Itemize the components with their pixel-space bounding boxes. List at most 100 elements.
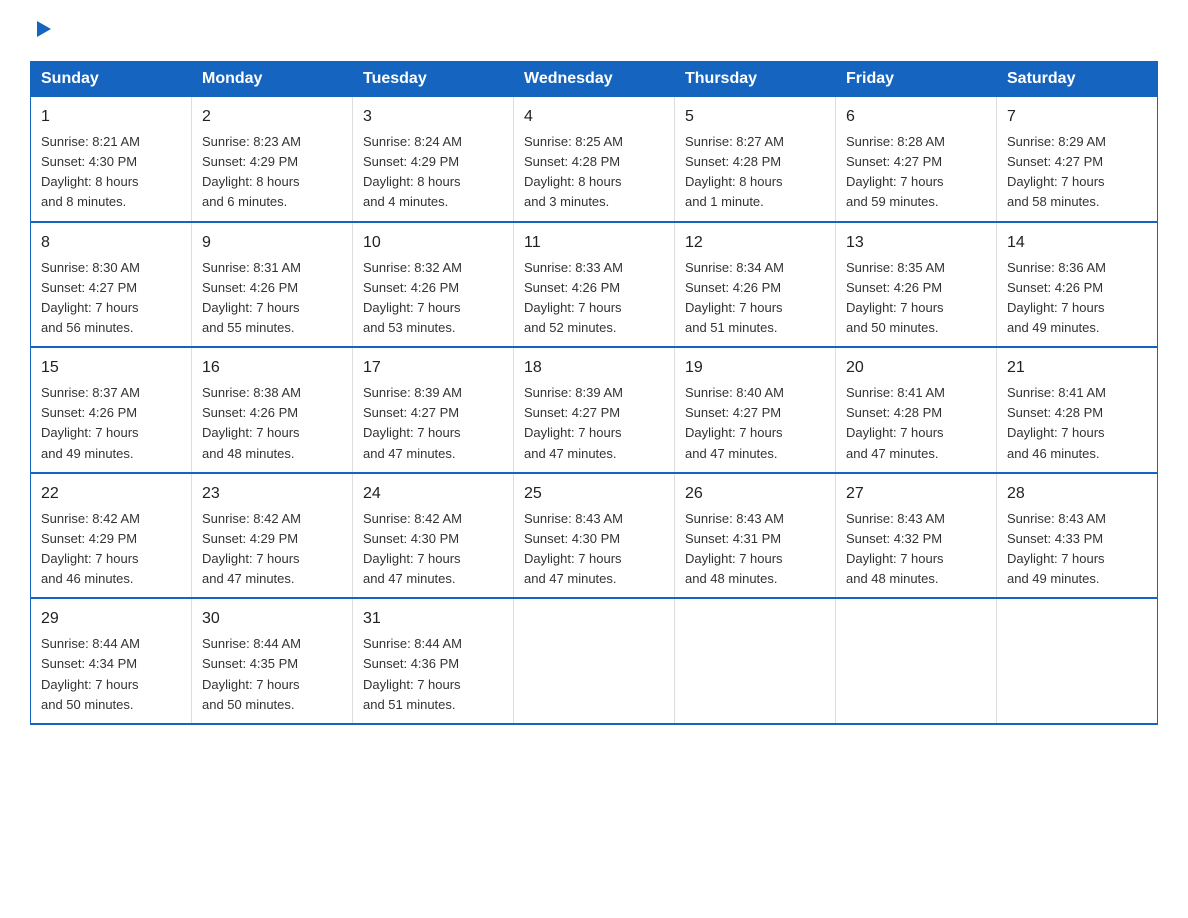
day-info: Sunrise: 8:33 AMSunset: 4:26 PMDaylight:… bbox=[524, 258, 664, 339]
day-number: 2 bbox=[202, 105, 342, 129]
day-number: 1 bbox=[41, 105, 181, 129]
day-info: Sunrise: 8:35 AMSunset: 4:26 PMDaylight:… bbox=[846, 258, 986, 339]
calendar-week-row: 15 Sunrise: 8:37 AMSunset: 4:26 PMDaylig… bbox=[31, 347, 1158, 473]
day-number: 9 bbox=[202, 231, 342, 255]
calendar-day-cell: 26 Sunrise: 8:43 AMSunset: 4:31 PMDaylig… bbox=[675, 473, 836, 599]
day-number: 22 bbox=[41, 482, 181, 506]
calendar-day-cell: 17 Sunrise: 8:39 AMSunset: 4:27 PMDaylig… bbox=[353, 347, 514, 473]
day-info: Sunrise: 8:42 AMSunset: 4:29 PMDaylight:… bbox=[202, 509, 342, 590]
day-number: 6 bbox=[846, 105, 986, 129]
calendar-week-row: 8 Sunrise: 8:30 AMSunset: 4:27 PMDayligh… bbox=[31, 222, 1158, 348]
day-info: Sunrise: 8:44 AMSunset: 4:34 PMDaylight:… bbox=[41, 634, 181, 715]
calendar-day-cell: 23 Sunrise: 8:42 AMSunset: 4:29 PMDaylig… bbox=[192, 473, 353, 599]
calendar-day-cell bbox=[514, 598, 675, 724]
day-info: Sunrise: 8:23 AMSunset: 4:29 PMDaylight:… bbox=[202, 132, 342, 213]
calendar-day-cell: 4 Sunrise: 8:25 AMSunset: 4:28 PMDayligh… bbox=[514, 97, 675, 222]
calendar-day-cell bbox=[997, 598, 1158, 724]
calendar-week-row: 22 Sunrise: 8:42 AMSunset: 4:29 PMDaylig… bbox=[31, 473, 1158, 599]
calendar-week-row: 29 Sunrise: 8:44 AMSunset: 4:34 PMDaylig… bbox=[31, 598, 1158, 724]
day-info: Sunrise: 8:37 AMSunset: 4:26 PMDaylight:… bbox=[41, 383, 181, 464]
day-info: Sunrise: 8:41 AMSunset: 4:28 PMDaylight:… bbox=[1007, 383, 1147, 464]
calendar-day-cell: 15 Sunrise: 8:37 AMSunset: 4:26 PMDaylig… bbox=[31, 347, 192, 473]
day-of-week-header: Friday bbox=[836, 62, 997, 97]
calendar-day-cell: 14 Sunrise: 8:36 AMSunset: 4:26 PMDaylig… bbox=[997, 222, 1158, 348]
day-info: Sunrise: 8:36 AMSunset: 4:26 PMDaylight:… bbox=[1007, 258, 1147, 339]
calendar-day-cell: 31 Sunrise: 8:44 AMSunset: 4:36 PMDaylig… bbox=[353, 598, 514, 724]
calendar-day-cell: 8 Sunrise: 8:30 AMSunset: 4:27 PMDayligh… bbox=[31, 222, 192, 348]
day-info: Sunrise: 8:27 AMSunset: 4:28 PMDaylight:… bbox=[685, 132, 825, 213]
day-number: 20 bbox=[846, 356, 986, 380]
day-number: 12 bbox=[685, 231, 825, 255]
day-number: 24 bbox=[363, 482, 503, 506]
day-info: Sunrise: 8:44 AMSunset: 4:35 PMDaylight:… bbox=[202, 634, 342, 715]
calendar-day-cell: 30 Sunrise: 8:44 AMSunset: 4:35 PMDaylig… bbox=[192, 598, 353, 724]
day-info: Sunrise: 8:40 AMSunset: 4:27 PMDaylight:… bbox=[685, 383, 825, 464]
day-number: 29 bbox=[41, 607, 181, 631]
calendar-week-row: 1 Sunrise: 8:21 AMSunset: 4:30 PMDayligh… bbox=[31, 97, 1158, 222]
day-number: 4 bbox=[524, 105, 664, 129]
day-info: Sunrise: 8:39 AMSunset: 4:27 PMDaylight:… bbox=[363, 383, 503, 464]
calendar-day-cell: 16 Sunrise: 8:38 AMSunset: 4:26 PMDaylig… bbox=[192, 347, 353, 473]
day-number: 17 bbox=[363, 356, 503, 380]
calendar-header-row: SundayMondayTuesdayWednesdayThursdayFrid… bbox=[31, 62, 1158, 97]
day-number: 5 bbox=[685, 105, 825, 129]
calendar-day-cell: 10 Sunrise: 8:32 AMSunset: 4:26 PMDaylig… bbox=[353, 222, 514, 348]
day-number: 16 bbox=[202, 356, 342, 380]
day-number: 14 bbox=[1007, 231, 1147, 255]
calendar-day-cell: 7 Sunrise: 8:29 AMSunset: 4:27 PMDayligh… bbox=[997, 97, 1158, 222]
day-number: 25 bbox=[524, 482, 664, 506]
day-of-week-header: Tuesday bbox=[353, 62, 514, 97]
calendar-day-cell: 3 Sunrise: 8:24 AMSunset: 4:29 PMDayligh… bbox=[353, 97, 514, 222]
calendar-day-cell: 27 Sunrise: 8:43 AMSunset: 4:32 PMDaylig… bbox=[836, 473, 997, 599]
day-info: Sunrise: 8:34 AMSunset: 4:26 PMDaylight:… bbox=[685, 258, 825, 339]
calendar-day-cell: 1 Sunrise: 8:21 AMSunset: 4:30 PMDayligh… bbox=[31, 97, 192, 222]
day-of-week-header: Sunday bbox=[31, 62, 192, 97]
day-info: Sunrise: 8:24 AMSunset: 4:29 PMDaylight:… bbox=[363, 132, 503, 213]
day-number: 21 bbox=[1007, 356, 1147, 380]
calendar-day-cell: 9 Sunrise: 8:31 AMSunset: 4:26 PMDayligh… bbox=[192, 222, 353, 348]
calendar-day-cell: 25 Sunrise: 8:43 AMSunset: 4:30 PMDaylig… bbox=[514, 473, 675, 599]
day-info: Sunrise: 8:43 AMSunset: 4:31 PMDaylight:… bbox=[685, 509, 825, 590]
day-number: 30 bbox=[202, 607, 342, 631]
day-info: Sunrise: 8:42 AMSunset: 4:29 PMDaylight:… bbox=[41, 509, 181, 590]
calendar-day-cell: 28 Sunrise: 8:43 AMSunset: 4:33 PMDaylig… bbox=[997, 473, 1158, 599]
day-number: 19 bbox=[685, 356, 825, 380]
day-number: 11 bbox=[524, 231, 664, 255]
day-info: Sunrise: 8:30 AMSunset: 4:27 PMDaylight:… bbox=[41, 258, 181, 339]
day-info: Sunrise: 8:43 AMSunset: 4:32 PMDaylight:… bbox=[846, 509, 986, 590]
day-number: 7 bbox=[1007, 105, 1147, 129]
calendar-day-cell: 21 Sunrise: 8:41 AMSunset: 4:28 PMDaylig… bbox=[997, 347, 1158, 473]
calendar-day-cell: 5 Sunrise: 8:27 AMSunset: 4:28 PMDayligh… bbox=[675, 97, 836, 222]
day-info: Sunrise: 8:32 AMSunset: 4:26 PMDaylight:… bbox=[363, 258, 503, 339]
calendar-day-cell: 2 Sunrise: 8:23 AMSunset: 4:29 PMDayligh… bbox=[192, 97, 353, 222]
calendar-day-cell bbox=[836, 598, 997, 724]
day-number: 3 bbox=[363, 105, 503, 129]
day-number: 18 bbox=[524, 356, 664, 380]
calendar-day-cell: 24 Sunrise: 8:42 AMSunset: 4:30 PMDaylig… bbox=[353, 473, 514, 599]
day-info: Sunrise: 8:43 AMSunset: 4:30 PMDaylight:… bbox=[524, 509, 664, 590]
day-number: 26 bbox=[685, 482, 825, 506]
day-number: 31 bbox=[363, 607, 503, 631]
day-of-week-header: Saturday bbox=[997, 62, 1158, 97]
calendar-day-cell bbox=[675, 598, 836, 724]
day-number: 28 bbox=[1007, 482, 1147, 506]
calendar-table: SundayMondayTuesdayWednesdayThursdayFrid… bbox=[30, 61, 1158, 725]
day-info: Sunrise: 8:43 AMSunset: 4:33 PMDaylight:… bbox=[1007, 509, 1147, 590]
day-of-week-header: Wednesday bbox=[514, 62, 675, 97]
day-info: Sunrise: 8:41 AMSunset: 4:28 PMDaylight:… bbox=[846, 383, 986, 464]
day-info: Sunrise: 8:38 AMSunset: 4:26 PMDaylight:… bbox=[202, 383, 342, 464]
calendar-day-cell: 11 Sunrise: 8:33 AMSunset: 4:26 PMDaylig… bbox=[514, 222, 675, 348]
calendar-day-cell: 22 Sunrise: 8:42 AMSunset: 4:29 PMDaylig… bbox=[31, 473, 192, 599]
day-info: Sunrise: 8:29 AMSunset: 4:27 PMDaylight:… bbox=[1007, 132, 1147, 213]
day-info: Sunrise: 8:31 AMSunset: 4:26 PMDaylight:… bbox=[202, 258, 342, 339]
day-info: Sunrise: 8:39 AMSunset: 4:27 PMDaylight:… bbox=[524, 383, 664, 464]
day-of-week-header: Monday bbox=[192, 62, 353, 97]
day-info: Sunrise: 8:25 AMSunset: 4:28 PMDaylight:… bbox=[524, 132, 664, 213]
logo bbox=[30, 20, 54, 43]
day-info: Sunrise: 8:28 AMSunset: 4:27 PMDaylight:… bbox=[846, 132, 986, 213]
day-info: Sunrise: 8:44 AMSunset: 4:36 PMDaylight:… bbox=[363, 634, 503, 715]
calendar-day-cell: 29 Sunrise: 8:44 AMSunset: 4:34 PMDaylig… bbox=[31, 598, 192, 724]
day-number: 10 bbox=[363, 231, 503, 255]
day-of-week-header: Thursday bbox=[675, 62, 836, 97]
day-info: Sunrise: 8:21 AMSunset: 4:30 PMDaylight:… bbox=[41, 132, 181, 213]
